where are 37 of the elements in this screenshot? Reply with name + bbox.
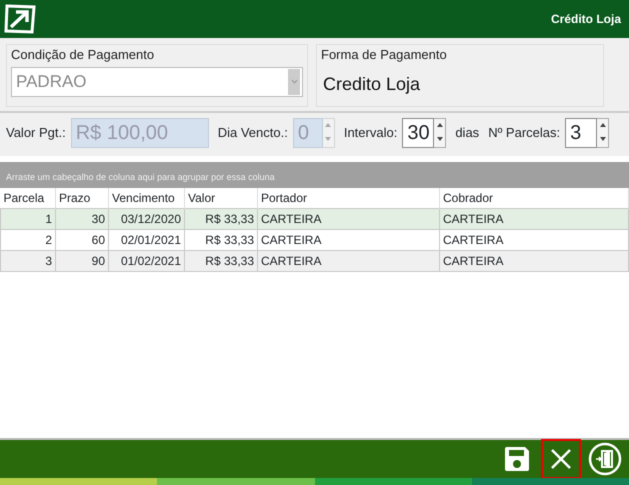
- table-cell[interactable]: 90: [56, 250, 108, 271]
- field-label: Nº Parcelas:: [488, 124, 560, 142]
- group-label: Forma de Pagamento: [321, 46, 448, 64]
- spin-arrows[interactable]: [434, 118, 446, 148]
- logo-icon: [4, 4, 36, 34]
- caret-icon: [290, 79, 298, 84]
- spin-field[interactable]: 3: [565, 118, 598, 148]
- table-cell[interactable]: CARTEIRA: [440, 250, 628, 271]
- field-label: Intervalo:: [344, 124, 398, 142]
- table-cell[interactable]: R$ 33,33: [184, 229, 258, 250]
- table-cell[interactable]: 02/01/2021: [108, 229, 184, 250]
- table-cell[interactable]: 60: [56, 229, 108, 250]
- unit-label: dias: [455, 124, 480, 142]
- save-icon: [503, 445, 531, 473]
- table-cell[interactable]: 3: [0, 250, 56, 271]
- spin-arrows[interactable]: [597, 118, 610, 148]
- table-cell[interactable]: CARTEIRA: [440, 229, 628, 250]
- spin-field[interactable]: 30: [402, 118, 434, 148]
- table-cell[interactable]: 1: [0, 208, 56, 229]
- table-cell[interactable]: 2: [0, 229, 56, 250]
- close-icon: [549, 447, 573, 471]
- table-cell[interactable]: CARTEIRA: [440, 208, 628, 229]
- table-cell[interactable]: CARTEIRA: [258, 229, 440, 250]
- field-value: Credito Loja: [322, 72, 422, 96]
- table-cell[interactable]: CARTEIRA: [258, 208, 440, 229]
- table-cell[interactable]: R$ 33,33: [184, 208, 258, 229]
- field-label: Valor Pgt.:: [6, 124, 66, 142]
- table-cell[interactable]: R$ 33,33: [184, 250, 258, 271]
- window-title: Crédito Loja: [550, 11, 621, 28]
- group-label: Condição de Pagamento: [11, 46, 156, 64]
- table-cell[interactable]: CARTEIRA: [258, 250, 440, 271]
- table-cell[interactable]: 30: [56, 208, 108, 229]
- group-by-hint: Arraste um cabeçalho de coluna aqui para agrupar por essa coluna: [0, 162, 629, 188]
- exit-door-icon: [588, 442, 622, 476]
- field-label: Dia Vencto.:: [218, 124, 288, 142]
- table-cell[interactable]: 01/02/2021: [108, 250, 184, 271]
- table-cell[interactable]: 03/12/2020: [108, 208, 184, 229]
